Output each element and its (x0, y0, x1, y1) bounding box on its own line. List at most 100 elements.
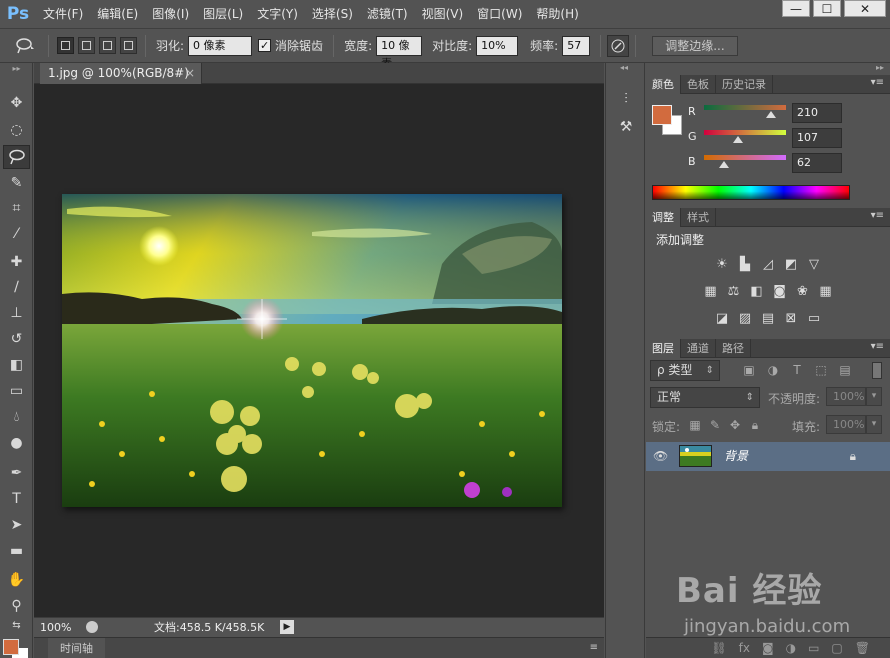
panel-menu-icon[interactable]: ▾≡ (871, 77, 884, 88)
tab-adjustments[interactable]: 调整 (646, 208, 681, 227)
brush-tool-icon[interactable]: ∕ (3, 275, 30, 299)
new-layer-icon[interactable]: ▢ (831, 641, 842, 655)
lock-transparency-icon[interactable]: ▦ (688, 418, 702, 432)
red-slider-thumb[interactable] (766, 111, 777, 118)
delete-layer-icon[interactable]: 🗑︎ (855, 641, 870, 655)
blue-slider-thumb[interactable] (718, 161, 729, 168)
document-tab[interactable]: 1.jpg @ 100%(RGB/8#) * × (40, 63, 202, 101)
restore-button[interactable]: ☐ (813, 0, 841, 17)
color-spectrum-bar[interactable] (652, 185, 850, 200)
menu-window[interactable]: 窗口(W) (470, 0, 529, 28)
tab-styles[interactable]: 样式 (681, 208, 716, 227)
document-image[interactable] (62, 194, 562, 507)
fill-input[interactable]: 100% (826, 415, 866, 434)
frequency-input[interactable]: 57 (562, 35, 591, 56)
path-selection-tool-icon[interactable]: ➤ (3, 513, 30, 537)
link-layers-icon[interactable]: ⛓ (711, 641, 726, 655)
collapse-icon[interactable]: ◂◂ (620, 63, 628, 72)
green-slider-thumb[interactable] (733, 136, 744, 143)
tool-presets-icon[interactable]: ⚒ (614, 115, 638, 139)
shape-tool-icon[interactable]: ▬ (3, 539, 30, 563)
hand-tool-icon[interactable]: ✋ (3, 568, 30, 592)
intersect-selection-icon[interactable] (120, 37, 137, 54)
feather-input[interactable]: 0 像素 (188, 35, 253, 56)
pen-tool-icon[interactable]: ✒ (3, 461, 30, 485)
lock-pixels-icon[interactable]: ✎ (708, 418, 722, 432)
layer-filter-dropdown[interactable]: ρ 类型 ⇕ (650, 360, 720, 381)
menu-image[interactable]: 图像(I) (145, 0, 196, 28)
type-tool-icon[interactable]: T (3, 487, 30, 511)
dodge-tool-icon[interactable]: ● (3, 431, 30, 455)
status-menu-arrow-icon[interactable]: ▶ (280, 620, 294, 634)
vibrance-icon[interactable]: ▽ (805, 255, 823, 273)
clone-stamp-tool-icon[interactable]: ⊥ (3, 301, 30, 325)
filter-adjustment-icon[interactable]: ◑ (766, 363, 780, 377)
posterize-icon[interactable]: ▨ (736, 309, 754, 327)
opacity-input[interactable]: 100% (826, 387, 866, 406)
add-selection-icon[interactable] (78, 37, 95, 54)
refine-edge-button[interactable]: 调整边缘... (652, 35, 738, 56)
move-tool-icon[interactable]: ✥ (3, 91, 30, 115)
close-button[interactable]: ✕ (844, 0, 886, 17)
zoom-tool-icon[interactable]: ⚲ (3, 594, 30, 618)
menu-select[interactable]: 选择(S) (305, 0, 360, 28)
color-lookup-icon[interactable]: ▦ (817, 282, 835, 300)
new-adjustment-icon[interactable]: ◑ (786, 641, 796, 655)
levels-icon[interactable]: ▙ (736, 255, 754, 273)
tab-history[interactable]: 历史记录 (716, 75, 773, 94)
lock-position-icon[interactable]: ✥ (728, 418, 742, 432)
new-group-icon[interactable]: ▭ (808, 641, 819, 655)
minimize-button[interactable]: — (782, 0, 810, 17)
zoom-level[interactable]: 100% (34, 621, 84, 634)
tablet-pressure-icon[interactable] (607, 34, 630, 57)
menu-view[interactable]: 视图(V) (415, 0, 471, 28)
tab-channels[interactable]: 通道 (681, 339, 716, 358)
tab-color[interactable]: 颜色 (646, 75, 681, 94)
opacity-dropdown-arrow[interactable]: ▾ (866, 387, 882, 406)
new-selection-icon[interactable] (57, 37, 74, 54)
curves-icon[interactable]: ◿ (759, 255, 777, 273)
filter-shape-icon[interactable]: ⬚ (814, 363, 828, 377)
marquee-tool-icon[interactable]: ◌ (3, 118, 30, 142)
filter-pixel-icon[interactable]: ▣ (742, 363, 756, 377)
brush-presets-icon[interactable]: ⫶ (614, 87, 638, 111)
panel-menu-icon[interactable]: ≡ (590, 642, 598, 653)
photo-filter-icon[interactable]: ◙ (771, 282, 789, 300)
gradient-tool-icon[interactable]: ▭ (3, 379, 30, 403)
color-balance-icon[interactable]: ⚖ (725, 282, 743, 300)
menu-help[interactable]: 帮助(H) (529, 0, 585, 28)
add-mask-icon[interactable]: ◙ (762, 641, 774, 655)
blend-mode-dropdown[interactable]: 正常 ⇕ (650, 387, 760, 408)
blur-tool-icon[interactable]: 💧︎ (3, 405, 30, 429)
gradient-map-icon[interactable]: ▭ (805, 309, 823, 327)
subtract-selection-icon[interactable] (99, 37, 116, 54)
collapse-icon[interactable]: ▸▸ (876, 63, 884, 72)
menu-layer[interactable]: 图层(L) (196, 0, 250, 28)
eye-icon[interactable]: 👁︎ (653, 449, 668, 463)
filter-toggle[interactable] (872, 362, 882, 379)
menu-edit[interactable]: 编辑(E) (90, 0, 145, 28)
menu-filter[interactable]: 滤镜(T) (360, 0, 415, 28)
swap-colors-icon[interactable]: ⇆ (3, 618, 30, 632)
collapse-icon[interactable]: ▸▸ (3, 63, 30, 73)
channel-mixer-icon[interactable]: ❀ (794, 282, 812, 300)
menu-type[interactable]: 文字(Y) (250, 0, 305, 28)
foreground-color-swatch[interactable] (3, 639, 19, 655)
selective-color-icon[interactable]: ⊠ (782, 309, 800, 327)
threshold-icon[interactable]: ▤ (759, 309, 777, 327)
red-slider[interactable] (704, 105, 786, 110)
fill-dropdown-arrow[interactable]: ▾ (866, 415, 882, 434)
width-input[interactable]: 10 像素 (376, 35, 423, 70)
blue-value-input[interactable]: 62 (792, 153, 842, 173)
crop-tool-icon[interactable]: ⌗ (3, 196, 30, 220)
brightness-contrast-icon[interactable]: ☀ (713, 255, 731, 273)
canvas-area[interactable] (34, 84, 604, 617)
eraser-tool-icon[interactable]: ◧ (3, 353, 30, 377)
tab-layers[interactable]: 图层 (646, 339, 681, 358)
status-info-icon[interactable] (86, 621, 98, 633)
exposure-icon[interactable]: ◩ (782, 255, 800, 273)
close-tab-icon[interactable]: × (185, 63, 195, 84)
panel-menu-icon[interactable]: ▾≡ (871, 210, 884, 221)
timeline-tab[interactable]: 时间轴 (48, 638, 105, 658)
invert-icon[interactable]: ◪ (713, 309, 731, 327)
